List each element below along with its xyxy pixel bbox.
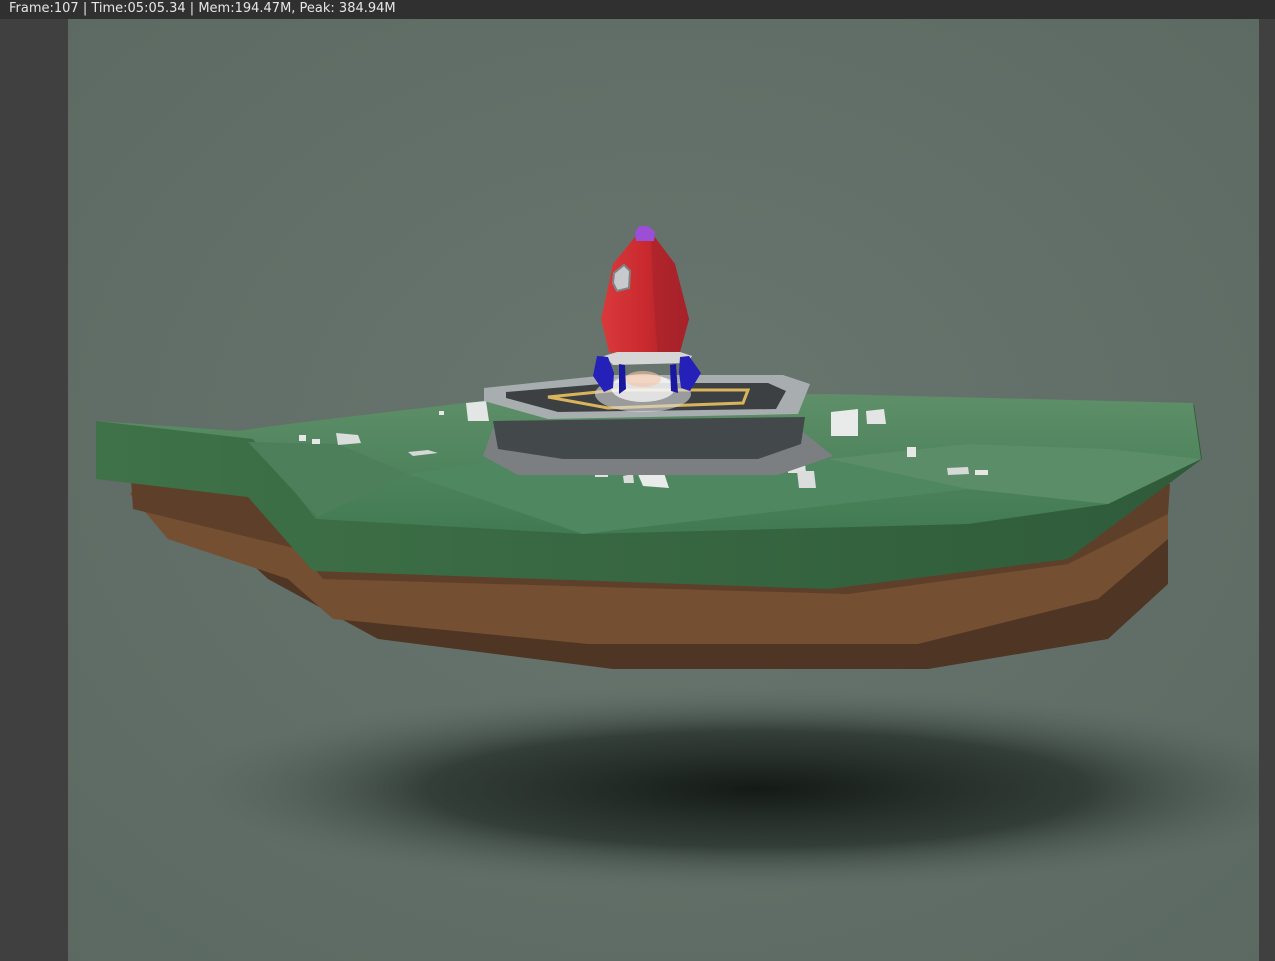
render-status-bar: Frame:107 | Time:05:05.34 | Mem:194.47M,… bbox=[0, 0, 1275, 19]
rock bbox=[466, 401, 489, 421]
render-window: Frame:107 | Time:05:05.34 | Mem:194.47M,… bbox=[0, 0, 1275, 961]
rocket-band bbox=[604, 352, 692, 365]
render-viewport[interactable] bbox=[68, 19, 1259, 961]
rock bbox=[866, 409, 886, 424]
rock bbox=[312, 439, 320, 444]
rock bbox=[947, 467, 969, 475]
rocket-fin-left-inner bbox=[619, 364, 626, 394]
rendered-scene bbox=[68, 19, 1259, 961]
rock bbox=[797, 471, 816, 488]
rock bbox=[907, 447, 916, 457]
rock bbox=[299, 435, 306, 441]
right-panel-strip bbox=[1259, 19, 1275, 961]
left-panel-strip bbox=[0, 19, 68, 961]
rock bbox=[439, 411, 444, 415]
rock bbox=[975, 470, 988, 475]
pad-side bbox=[493, 417, 805, 459]
rock bbox=[831, 409, 858, 436]
